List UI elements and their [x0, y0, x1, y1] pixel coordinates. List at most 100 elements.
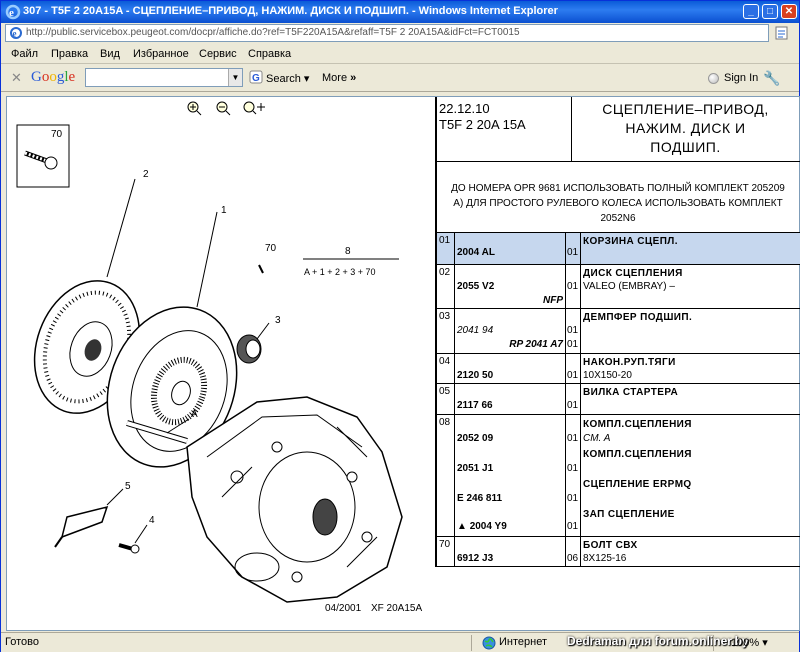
drawing-date: 04/2001 — [325, 603, 362, 614]
label-70-box: 70 — [51, 129, 63, 140]
title-line-2: НАЖИМ. ДИСК И — [625, 120, 746, 136]
part-row-02[interactable]: 02 2055 V2 NFP 01 ДИСК СЦЕПЛЕНИЯ VALEO (… — [437, 264, 800, 308]
part-desc: БОЛТ СВХ — [583, 540, 638, 551]
part-qty: 01 — [567, 370, 579, 381]
row-num: 02 — [439, 267, 451, 278]
part-qty: 01 — [567, 400, 579, 411]
label-70: 70 — [265, 243, 277, 254]
menu-help[interactable]: Справка — [248, 48, 291, 60]
google-search-input[interactable]: ▼ — [85, 68, 243, 87]
internet-zone-icon — [482, 636, 496, 650]
part-row-05[interactable]: 05 2117 66 01 ВИЛКА СТАРТЕРА — [437, 383, 800, 414]
panel-date: 22.12.10 — [439, 101, 490, 116]
part-row-03[interactable]: 03 2041 94 RP 2041 A7 01 01 ДЕМПФЕР ПОДШ… — [437, 308, 800, 353]
close-button[interactable]: ✕ — [781, 4, 797, 19]
part-row-04[interactable]: 04 2120 50 01 НАКОН.РУП.ТЯГИ 10X150-20 — [437, 353, 800, 383]
part-ref: 2120 50 — [457, 370, 494, 381]
part-qty: 01 — [567, 433, 579, 444]
google-search-icon: G — [249, 70, 263, 84]
label-5: 5 — [125, 481, 131, 492]
release-fork — [54, 505, 109, 548]
note-line-1: ДО НОМЕРА OPR 9681 ИСПОЛЬЗОВАТЬ ПОЛНЫЙ К… — [451, 183, 785, 194]
row-num: 03 — [439, 311, 451, 322]
part-qty: 01 — [567, 463, 579, 474]
part-ref: 2117 66 — [457, 400, 493, 411]
warning-triangle-icon: ▲ — [457, 521, 467, 532]
label-2: 2 — [143, 169, 149, 180]
part-row-01[interactable]: 01 2004 AL 01 КОРЗИНА СЦЕПЛ. — [437, 232, 800, 264]
title-line-1: СЦЕПЛЕНИЕ–ПРИВОД, — [602, 101, 769, 117]
part-ref-flagged: ▲ 2004 Y9 — [457, 521, 507, 532]
part-desc: КОМПЛ.СЦЕПЛЕНИЯ — [583, 449, 692, 460]
minimize-button[interactable]: _ — [743, 4, 759, 19]
page-content: 70 2 1 70 8 A + 1 + 2 + 3 + 70 3 A 5 4 0… — [6, 96, 800, 631]
pan-zoom-icon[interactable] — [243, 101, 265, 115]
sign-in-link[interactable]: Sign In — [724, 72, 758, 84]
part-ref: 2055 V2 — [457, 281, 495, 292]
divider — [437, 161, 800, 162]
part-desc: КОРЗИНА СЦЕПЛ. — [583, 236, 678, 247]
menu-favorites[interactable]: Избранное — [133, 48, 189, 60]
address-input[interactable]: e http://public.servicebox.peugeot.com/d… — [5, 24, 769, 42]
page-icon: e — [10, 27, 22, 39]
more-button[interactable]: More » — [322, 72, 356, 84]
zoom-level[interactable]: 100% ▾ — [731, 636, 768, 649]
menu-edit[interactable]: Правка — [51, 48, 88, 60]
svg-text:e: e — [13, 29, 17, 39]
label-4: 4 — [149, 515, 155, 526]
dropdown-arrow-icon[interactable]: ▼ — [228, 69, 242, 86]
part-desc: НАКОН.РУП.ТЯГИ — [583, 357, 676, 368]
label-8: 8 — [345, 246, 351, 257]
status-text: Готово — [5, 636, 39, 648]
window-title: 307 - T5F 2 20A15A - СЦЕПЛЕНИЕ–ПРИВОД, Н… — [23, 5, 558, 17]
part-desc: ДЕМПФЕР ПОДШИП. — [583, 312, 693, 323]
part-ref: 6912 J3 — [457, 553, 494, 564]
label-3: 3 — [275, 315, 281, 326]
part-row-08[interactable]: 08 2052 09 2051 J1 E 246 811 ▲ 2004 Y9 0… — [437, 414, 800, 536]
part-row-70[interactable]: 70 6912 J3 06 БОЛТ СВХ 8X125-16 — [437, 536, 800, 567]
zoom-out-icon[interactable] — [216, 101, 231, 116]
close-toolbar-icon[interactable]: ✕ — [11, 70, 22, 86]
chevron-down-icon: ▾ — [762, 637, 768, 649]
label-1: 1 — [221, 205, 227, 216]
part-desc: ЗАП СЦЕПЛЕНИЕ — [583, 509, 675, 520]
part-qty: 01 — [567, 493, 579, 504]
part-ref: 2051 J1 — [457, 463, 494, 474]
part-ref: 2004 AL — [457, 247, 495, 258]
exploded-parts-drawing: 70 2 1 70 8 A + 1 + 2 + 3 + 70 3 A 5 4 0… — [16, 101, 422, 614]
row-num: 04 — [439, 356, 451, 367]
zone-label: Интернет — [499, 636, 547, 648]
part-sub: VALEO (EMBRAY) – — [583, 281, 675, 292]
menu-tools[interactable]: Сервис — [199, 48, 237, 60]
pivot-ball — [118, 543, 140, 554]
part-qty: 06 — [567, 553, 579, 564]
kit-formula: A + 1 + 2 + 3 + 70 — [304, 267, 376, 277]
svg-text:G: G — [252, 73, 260, 84]
title-line-3: ПОДШИП. — [650, 139, 721, 155]
search-button[interactable]: Search ▾ — [266, 72, 309, 85]
part-qty: 01 — [567, 247, 579, 258]
browser-window: e 307 - T5F 2 20A15A - СЦЕПЛЕНИЕ–ПРИВОД,… — [0, 0, 800, 652]
usage-note: ДО НОМЕРА OPR 9681 ИСПОЛЬЗОВАТЬ ПОЛНЫЙ К… — [439, 181, 797, 226]
row-num: 70 — [439, 539, 451, 550]
svg-text:e: e — [9, 7, 14, 19]
menu-file[interactable]: Файл — [11, 48, 38, 60]
drawing-code: XF 20A15A — [371, 603, 422, 614]
maximize-button[interactable]: □ — [762, 4, 778, 19]
part-sub: 10X150-20 — [583, 370, 632, 381]
signin-dot-icon — [708, 73, 719, 84]
part-sub: CM. A — [583, 433, 611, 444]
menu-view[interactable]: Вид — [100, 48, 120, 60]
part-qty: 01 — [567, 521, 579, 532]
part-ref: E 246 811 — [457, 493, 503, 504]
part-desc: КОМПЛ.СЦЕПЛЕНИЯ — [583, 419, 692, 430]
part-ref: 2052 09 — [457, 433, 494, 444]
address-bar: e http://public.servicebox.peugeot.com/d… — [1, 23, 799, 44]
compatibility-view-icon[interactable] — [773, 25, 791, 41]
gearbox-housing — [186, 396, 403, 603]
panel-code: T5F 2 20A 15A — [439, 117, 526, 132]
zoom-in-icon[interactable] — [187, 101, 202, 116]
part-ref-note: RP 2041 A7 — [509, 339, 563, 350]
wrench-icon[interactable]: 🔧 — [763, 70, 780, 87]
bolt-70-icon — [24, 150, 58, 170]
